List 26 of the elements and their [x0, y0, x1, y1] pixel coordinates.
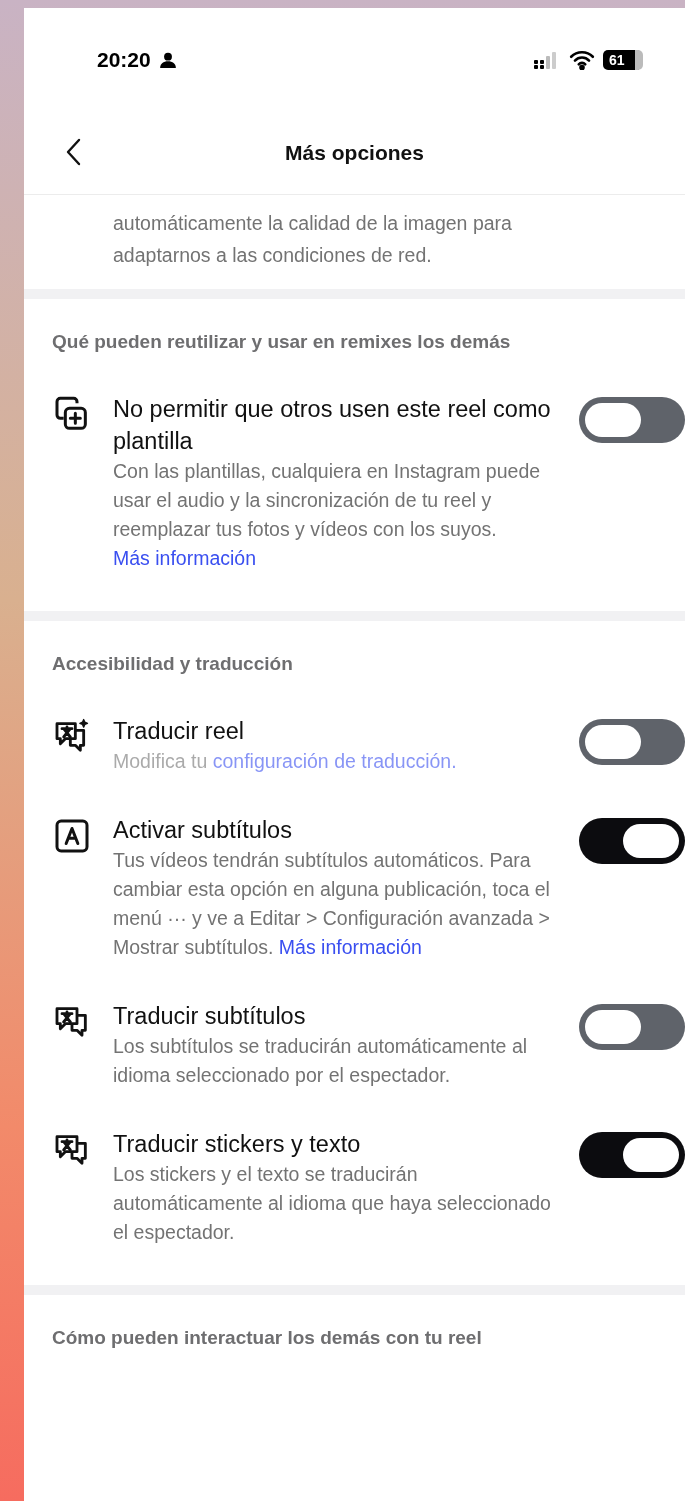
setting-title: Traducir stickers y texto [113, 1130, 362, 1159]
back-icon [66, 138, 82, 166]
setting-title: Activar subtítulos [113, 816, 293, 845]
setting-description: Los subtítulos se traducirán automáticamente al idioma seleccionado por el espectador. [113, 1034, 529, 1088]
section-header: Accesibilidad y traducción [51, 652, 294, 676]
person-icon [158, 51, 177, 69]
setting-description: Los stickers y el texto se traducirán automáticamente al idioma que haya seleccionado el espectador. [113, 1162, 552, 1245]
wifi-icon [569, 50, 595, 70]
setting-description: Tus vídeos tendrán subtítulos automáticos. Para cambiar esta opción en alguna publicación, toca el menú ··· y ve a Editar > Configuración avanzada > Mostrar subtítulos. Más información [113, 848, 551, 960]
more-info-link[interactable]: Más información [278, 936, 422, 958]
setting-title: No permitir que otros usen este reel como plantilla [113, 395, 552, 456]
time: 20:20 [97, 48, 151, 72]
setting-title: Traducir subtítulos [113, 1002, 307, 1031]
toggle-switch[interactable] [579, 818, 685, 864]
page-title: Más opciones [285, 141, 424, 165]
setting-description: Con las plantillas, cualquiera en Instagram puede usar el audio y la sincronización de tu reel y reemplazar tus fotos y vídeos con los suyos. Más información [113, 459, 542, 571]
section-header: Cómo pueden interactuar los demás con tu reel [51, 1326, 483, 1350]
more-info-link[interactable]: Más información [113, 547, 257, 569]
toggle-switch[interactable] [579, 1004, 685, 1050]
section-header: Qué pueden reutilizar y usar en remixes los demás [51, 330, 512, 354]
setting-title: Traducir reel [113, 717, 246, 746]
battery-level: 61 [603, 50, 643, 70]
toggle-switch[interactable] [579, 1132, 685, 1178]
setting-description: Modifica tu configuración de traducción. [113, 749, 458, 774]
toggle-switch[interactable] [579, 397, 685, 443]
quality-note: automáticamente la calidad de la imagen para adaptarnos a las condiciones de red. [113, 211, 513, 268]
